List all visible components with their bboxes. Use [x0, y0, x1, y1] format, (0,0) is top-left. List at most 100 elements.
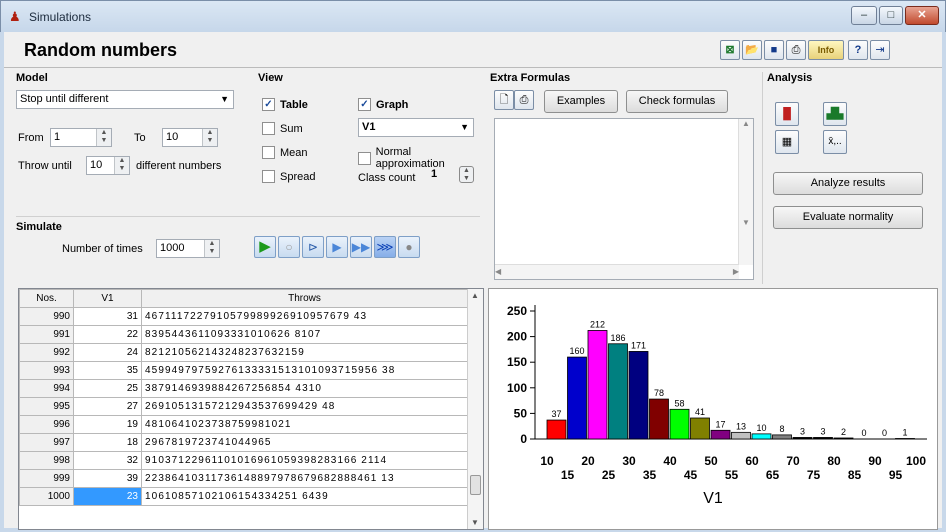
- spread-checkbox[interactable]: Spread: [262, 170, 315, 183]
- table-row[interactable]: 996 19 4810641023738759981021: [19, 415, 468, 434]
- table-row[interactable]: 994 25 3879146939884267256854 4310: [19, 379, 468, 398]
- spin-arrows-icon[interactable]: ▲ ▼: [202, 129, 217, 146]
- step-icon[interactable]: ⊳: [302, 236, 324, 258]
- column-header-throws[interactable]: Throws: [141, 289, 468, 308]
- analyze-results-button[interactable]: Analyze results: [773, 172, 923, 195]
- v1-cell[interactable]: 32: [73, 451, 142, 470]
- sum-checkbox[interactable]: Sum: [262, 122, 303, 135]
- row-number-cell[interactable]: 994: [19, 379, 74, 398]
- v1-cell[interactable]: 23: [73, 487, 142, 506]
- row-number-cell[interactable]: 990: [19, 307, 74, 326]
- row-number-cell[interactable]: 999: [19, 469, 74, 488]
- spin-arrows-icon[interactable]: ▲ ▼: [96, 129, 111, 146]
- vertical-scrollbar[interactable]: ▲ ▼: [738, 119, 753, 265]
- throws-cell[interactable]: 26910513157212943537699429 48: [141, 397, 468, 416]
- bar-chart-icon[interactable]: ▐▌: [775, 102, 799, 126]
- excel-icon[interactable]: ⊠: [720, 40, 740, 60]
- results-table[interactable]: Nos. V1 Throws 990 31 46711172279105799899…: [18, 288, 484, 530]
- histogram-icon[interactable]: ▟▙: [823, 102, 847, 126]
- throws-cell[interactable]: 2967819723741044965: [141, 433, 468, 452]
- row-number-cell[interactable]: 1000: [19, 487, 74, 506]
- help-icon[interactable]: ?: [848, 40, 868, 60]
- variable-select[interactable]: V1 ▼: [358, 118, 474, 137]
- scroll-down-icon[interactable]: ▼: [471, 518, 479, 527]
- minimize-button[interactable]: –: [851, 6, 877, 25]
- evaluate-normality-button[interactable]: Evaluate normality: [773, 206, 923, 229]
- to-input[interactable]: 10 ▲ ▼: [162, 128, 218, 147]
- save-icon[interactable]: ■: [764, 40, 784, 60]
- horizontal-scrollbar[interactable]: ◀ ▶: [495, 264, 739, 279]
- throws-cell[interactable]: 8395443611093331010626 8107: [141, 325, 468, 344]
- table-row[interactable]: 990 31 4671117227910579989926910957679 43: [19, 307, 468, 326]
- from-input[interactable]: 1 ▲ ▼: [50, 128, 112, 147]
- maximize-button[interactable]: □: [879, 6, 903, 25]
- v1-cell[interactable]: 31: [73, 307, 142, 326]
- throw-until-input[interactable]: 10 ▲ ▼: [86, 156, 130, 175]
- print-icon[interactable]: ⎙: [786, 40, 806, 60]
- throws-cell[interactable]: 821210562143248237632159: [141, 343, 468, 362]
- spin-arrows-icon[interactable]: ▲ ▼: [204, 240, 219, 257]
- formula-editor[interactable]: ▲ ▼ ◀ ▶: [494, 118, 754, 280]
- v1-cell[interactable]: 19: [73, 415, 142, 434]
- throws-cell[interactable]: 10610857102106154334251 6439: [141, 487, 468, 506]
- row-number-cell[interactable]: 998: [19, 451, 74, 470]
- table-vertical-scrollbar[interactable]: ▲ ▼: [467, 289, 483, 529]
- stop-icon[interactable]: ●: [398, 236, 420, 258]
- column-header-nos[interactable]: Nos.: [19, 289, 74, 308]
- throws-cell[interactable]: 45994979759276133331513101093715956 38: [141, 361, 468, 380]
- number-of-times-input[interactable]: 1000 ▲ ▼: [156, 239, 220, 258]
- record-icon[interactable]: ○: [278, 236, 300, 258]
- v1-cell[interactable]: 35: [73, 361, 142, 380]
- run-all-icon[interactable]: ⋙: [374, 236, 396, 258]
- spin-arrows-icon[interactable]: ▲ ▼: [114, 157, 129, 174]
- table-row[interactable]: 992 24 821210562143248237632159: [19, 343, 468, 362]
- print-icon[interactable]: ⎙: [514, 90, 534, 110]
- column-header-v1[interactable]: V1: [73, 289, 142, 308]
- table-row[interactable]: 999 39 22386410311736148897978679682888461…: [19, 469, 468, 488]
- step-forward-icon[interactable]: ▶: [326, 236, 348, 258]
- model-mode-select[interactable]: Stop until different ▼: [16, 90, 234, 109]
- throws-cell[interactable]: 4671117227910579989926910957679 43: [141, 307, 468, 326]
- table-row[interactable]: 991 22 8395443611093331010626 8107: [19, 325, 468, 344]
- graph-checkbox[interactable]: ✓ Graph: [358, 98, 408, 111]
- row-number-cell[interactable]: 991: [19, 325, 74, 344]
- scroll-up-icon[interactable]: ▲: [471, 291, 479, 300]
- v1-cell[interactable]: 18: [73, 433, 142, 452]
- throws-cell[interactable]: 91037122961101016961059398283166 2114: [141, 451, 468, 470]
- examples-button[interactable]: Examples: [544, 90, 618, 113]
- spin-arrows-icon[interactable]: ▲ ▼: [459, 166, 474, 183]
- table-row[interactable]: 997 18 2967819723741044965: [19, 433, 468, 452]
- class-count-input[interactable]: 1 ▲ ▼: [428, 166, 474, 185]
- close-button[interactable]: ✕: [905, 6, 939, 25]
- throws-cell[interactable]: 3879146939884267256854 4310: [141, 379, 468, 398]
- table-row[interactable]: 995 27 26910513157212943537699429 48: [19, 397, 468, 416]
- from-value: 1: [54, 131, 61, 143]
- scrollbar-thumb[interactable]: [470, 475, 481, 495]
- v1-cell[interactable]: 24: [73, 343, 142, 362]
- row-number-cell[interactable]: 996: [19, 415, 74, 434]
- table-checkbox[interactable]: ✓ Table: [262, 98, 308, 111]
- new-document-icon[interactable]: 🗋: [494, 90, 514, 110]
- table-row[interactable]: 1000 23 10610857102106154334251 6439: [19, 487, 468, 506]
- open-folder-icon[interactable]: 📂: [742, 40, 762, 60]
- row-number-cell[interactable]: 997: [19, 433, 74, 452]
- table-icon[interactable]: ▦: [775, 130, 799, 154]
- check-formulas-button[interactable]: Check formulas: [626, 90, 728, 113]
- info-icon[interactable]: Info: [808, 40, 844, 60]
- throws-cell[interactable]: 4810641023738759981021: [141, 415, 468, 434]
- table-row[interactable]: 993 35 45994979759276133331513101093715956…: [19, 361, 468, 380]
- row-number-cell[interactable]: 992: [19, 343, 74, 362]
- fast-forward-icon[interactable]: ▶▶: [350, 236, 372, 258]
- v1-cell[interactable]: 39: [73, 469, 142, 488]
- play-icon[interactable]: ▶: [254, 236, 276, 258]
- table-row[interactable]: 998 32 91037122961101016961059398283166 21…: [19, 451, 468, 470]
- v1-cell[interactable]: 25: [73, 379, 142, 398]
- v1-cell[interactable]: 27: [73, 397, 142, 416]
- exit-icon[interactable]: ⇥: [870, 40, 890, 60]
- statistics-icon[interactable]: x̄,..: [823, 130, 847, 154]
- mean-checkbox[interactable]: Mean: [262, 146, 308, 159]
- row-number-cell[interactable]: 993: [19, 361, 74, 380]
- throws-cell[interactable]: 22386410311736148897978679682888461 13: [141, 469, 468, 488]
- row-number-cell[interactable]: 995: [19, 397, 74, 416]
- v1-cell[interactable]: 22: [73, 325, 142, 344]
